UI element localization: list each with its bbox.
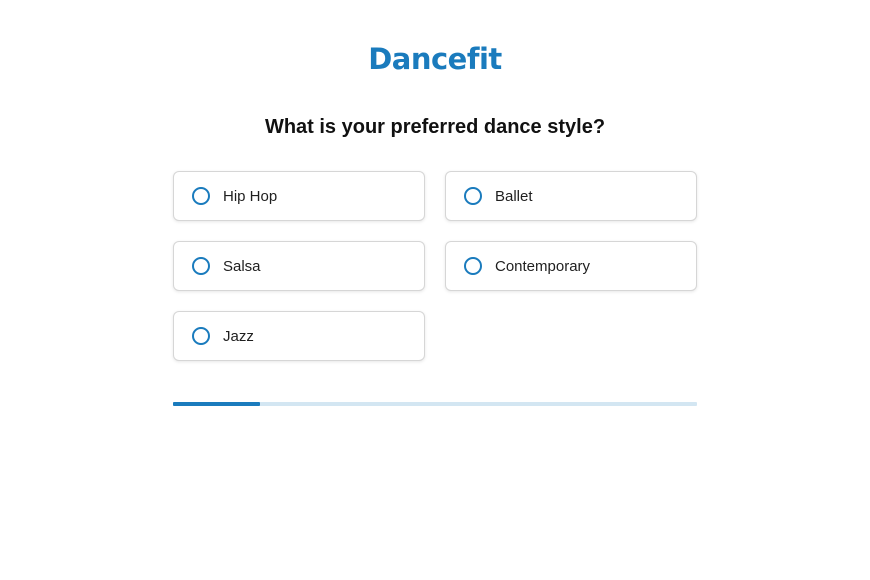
option-salsa[interactable]: Salsa <box>173 241 425 291</box>
radio-icon[interactable] <box>192 327 210 345</box>
option-label: Salsa <box>223 257 261 275</box>
radio-icon[interactable] <box>464 257 482 275</box>
option-label: Jazz <box>223 327 254 345</box>
option-contemporary[interactable]: Contemporary <box>445 241 697 291</box>
progress-bar-fill <box>173 402 260 406</box>
progress-bar <box>173 402 697 406</box>
radio-icon[interactable] <box>192 257 210 275</box>
option-label: Ballet <box>495 187 533 205</box>
option-jazz[interactable]: Jazz <box>173 311 425 361</box>
option-hip-hop[interactable]: Hip Hop <box>173 171 425 221</box>
dancefit-logo: Dancefit <box>368 42 502 76</box>
question-title: What is your preferred dance style? <box>264 116 606 138</box>
radio-icon[interactable] <box>192 187 210 205</box>
option-label: Hip Hop <box>223 187 278 205</box>
radio-icon[interactable] <box>464 187 482 205</box>
option-label: Contemporary <box>495 257 591 275</box>
dance-style-options: Hip Hop Ballet Salsa Contemporary Jazz <box>173 171 697 361</box>
option-ballet[interactable]: Ballet <box>445 171 697 221</box>
